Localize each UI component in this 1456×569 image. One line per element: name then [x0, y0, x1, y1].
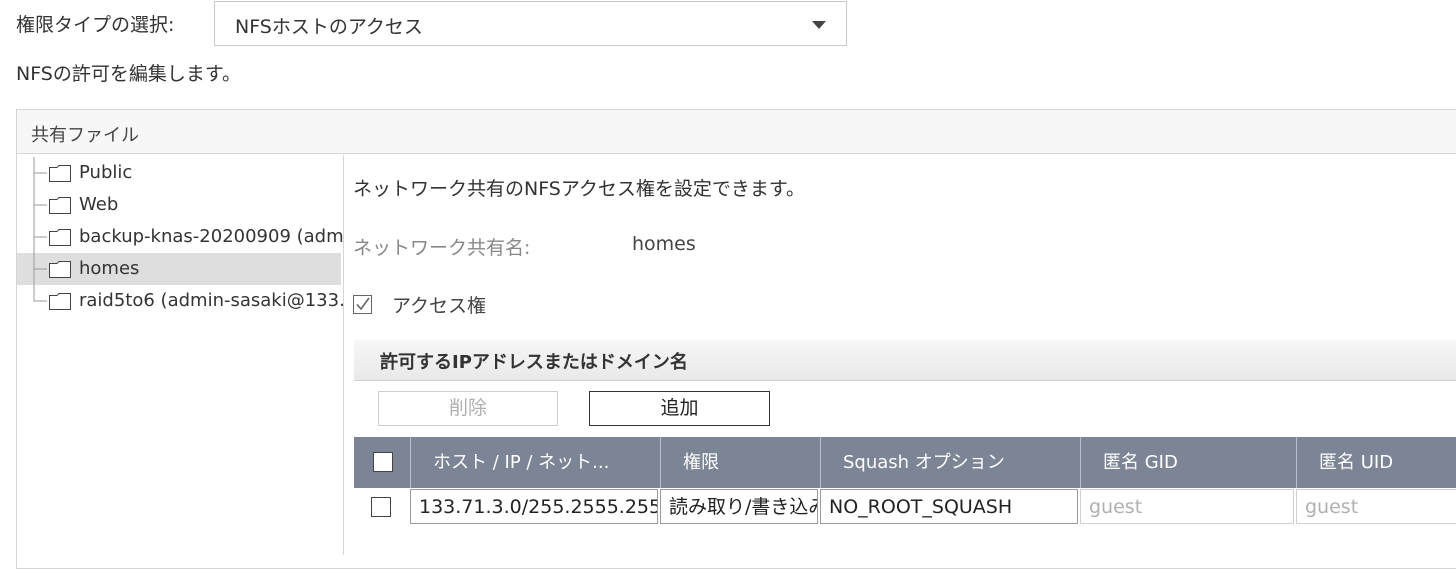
share-name-label: ネットワーク共有名:: [353, 237, 531, 259]
tree-connector: [33, 157, 47, 189]
delete-button[interactable]: 削除: [378, 391, 558, 426]
tree-connector: [33, 189, 47, 221]
tree-connector: [33, 253, 47, 285]
tree-item-label: raid5to6 (admin-sasaki@133.71.3.0): [79, 290, 343, 311]
edit-description: NFSの許可を編集します。: [16, 63, 241, 85]
permission-type-label: 権限タイプの選択:: [16, 14, 175, 36]
access-checkbox[interactable]: [353, 295, 372, 314]
tree-item-label: backup-knas-20200909 (admin-sasaki@133.7…: [79, 226, 343, 247]
checkmark-icon: [356, 297, 370, 311]
tree-item-backup-knas[interactable]: backup-knas-20200909 (admin-sasaki@133.7…: [17, 221, 343, 253]
permission-select[interactable]: 読み取り/書き込み: [660, 489, 818, 524]
permission-type-select[interactable]: NFSホストのアクセス: [214, 1, 847, 46]
access-label: アクセス権: [392, 295, 487, 317]
tree-item-raid5to6[interactable]: raid5to6 (admin-sasaki@133.71.3.0): [17, 285, 343, 317]
column-header-anon-uid[interactable]: 匿名 UID: [1296, 437, 1456, 488]
squash-select[interactable]: NO_ROOT_SQUASH: [820, 489, 1078, 524]
table-row: 133.71.3.0/255.2555.255.0 読み取り/書き込み NO_R…: [354, 488, 1456, 528]
tree-item-label: Public: [79, 162, 133, 183]
chevron-down-icon: [812, 21, 826, 29]
column-header-squash[interactable]: Squash オプション: [820, 437, 1080, 488]
tree-connector: [33, 285, 47, 302]
host-input[interactable]: 133.71.3.0/255.2555.255.0: [410, 489, 658, 524]
tree-connector: [33, 221, 47, 253]
share-tree: Public Web backup-knas-20200909 (admin-s…: [17, 155, 344, 555]
tree-item-label: homes: [79, 258, 140, 279]
anon-gid-input[interactable]: guest: [1080, 489, 1294, 524]
allowed-ip-title: 許可するIPアドレスまたはドメイン名: [380, 352, 688, 373]
column-header-host[interactable]: ホスト / IP / ネット...: [410, 437, 660, 488]
tree-item-homes[interactable]: homes: [17, 253, 341, 285]
folder-icon: [49, 229, 71, 246]
permission-type-value: NFSホストのアクセス: [235, 16, 423, 38]
shared-files-header: 共有ファイル: [17, 110, 1456, 154]
tree-item-label: Web: [79, 194, 119, 215]
folder-icon: [49, 293, 71, 310]
share-name-value: homes: [632, 233, 696, 255]
nfs-description: ネットワーク共有のNFSアクセス権を設定できます。: [353, 178, 806, 200]
row-checkbox[interactable]: [371, 497, 391, 517]
panel-title: 共有ファイル: [31, 125, 139, 146]
column-header-anon-gid[interactable]: 匿名 GID: [1080, 437, 1296, 488]
add-button[interactable]: 追加: [589, 391, 770, 426]
anon-uid-input[interactable]: guest: [1296, 489, 1456, 524]
select-all-checkbox[interactable]: [373, 452, 393, 472]
folder-icon: [49, 165, 71, 182]
column-header-permission[interactable]: 権限: [660, 437, 820, 488]
tree-item-public[interactable]: Public: [17, 157, 341, 189]
folder-icon: [49, 261, 71, 278]
allowed-ip-header: 許可するIPアドレスまたはドメイン名: [354, 340, 1456, 381]
tree-item-web[interactable]: Web: [17, 189, 341, 221]
folder-icon: [49, 197, 71, 214]
table-header: ホスト / IP / ネット... 権限 Squash オプション 匿名 GID…: [354, 437, 1456, 488]
